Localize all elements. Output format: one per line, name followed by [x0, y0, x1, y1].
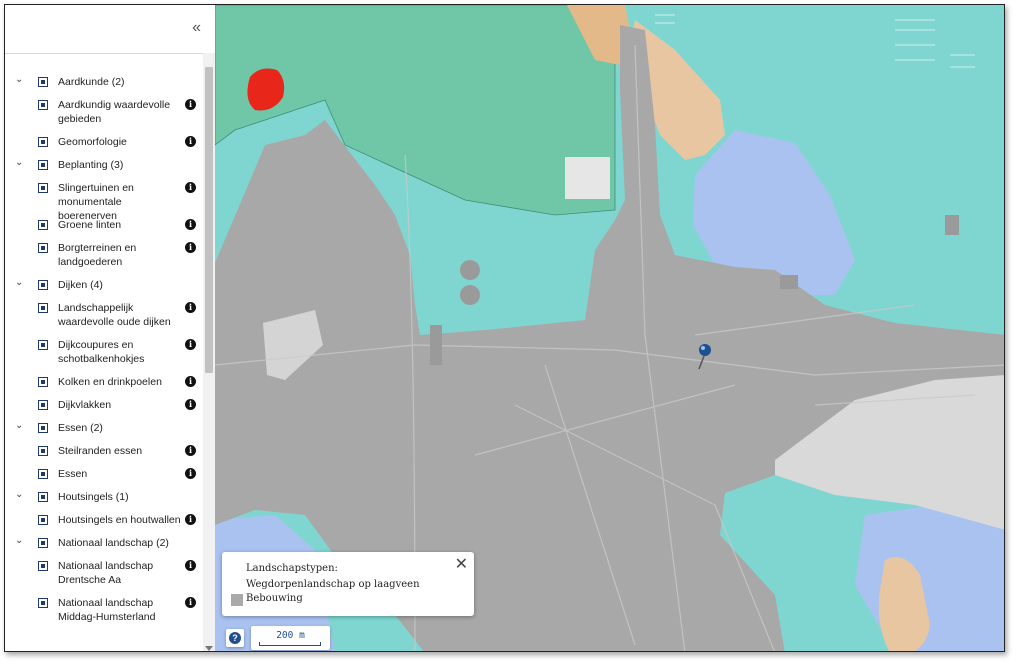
layer-group-label: Aardkunde (2): [58, 76, 125, 88]
layer-item-label-line: Nationaal landschap: [58, 560, 154, 572]
layer-item-label-line: gebieden: [58, 113, 102, 125]
layer-group-label: Dijken (4): [58, 279, 103, 291]
help-icon: ?: [229, 632, 241, 644]
layer-sidebar: « ⌄ Aardkunde (2) Aardkundig waardevolle ge…: [5, 5, 215, 651]
collapse-sidebar-button[interactable]: «: [192, 20, 201, 36]
info-icon[interactable]: i: [185, 560, 196, 571]
info-icon[interactable]: i: [185, 399, 196, 410]
layer-checkbox[interactable]: [38, 469, 48, 479]
layer-checkbox[interactable]: [38, 183, 48, 193]
layer-checkbox[interactable]: [38, 243, 48, 253]
legend-swatch: [231, 594, 243, 606]
close-icon[interactable]: ✕: [455, 556, 468, 572]
layer-list: ⌄ Aardkunde (2) Aardkundig waardevolle gebi…: [5, 65, 203, 651]
layer-item-label-line: schotbalkenhokjes: [58, 353, 145, 365]
layer-item-label: Houtsingels en houtwallen: [58, 513, 183, 527]
layer-group-label: Beplanting (3): [58, 159, 124, 171]
chevron-down-icon[interactable]: ⌄: [15, 156, 25, 168]
layer-item-label-line: Borgterreinen en: [58, 242, 137, 254]
map-view[interactable]: Landschapstypen: Wegdorpenlandschap op l…: [215, 5, 1004, 651]
layer-item-label-line: landgoederen: [58, 256, 123, 268]
layer-item-label: Essen: [58, 467, 183, 481]
app-window: « ⌄ Aardkunde (2) Aardkundig waardevolle ge…: [4, 4, 1005, 652]
layer-group-checkbox[interactable]: [38, 77, 48, 87]
info-icon[interactable]: i: [185, 445, 196, 456]
layer-checkbox[interactable]: [38, 303, 48, 313]
layer-item-label-line: Dijkcoupures en: [58, 339, 134, 351]
layer-item-label: Dijkvlakken: [58, 398, 183, 412]
info-icon[interactable]: i: [185, 136, 196, 147]
info-icon[interactable]: i: [185, 597, 196, 608]
layer-item-label: Nationaal landschap Middag-Humsterland: [58, 596, 183, 624]
chevron-down-icon[interactable]: ⌄: [15, 419, 25, 431]
layer-item-label-line: Landschappelijk: [58, 302, 134, 314]
info-icon[interactable]: i: [185, 468, 196, 479]
help-button[interactable]: ?: [226, 629, 244, 647]
layer-group-checkbox[interactable]: [38, 492, 48, 502]
layer-item-label-line: Slingertuinen en: [58, 182, 134, 194]
layer-checkbox[interactable]: [38, 100, 48, 110]
layer-checkbox[interactable]: [38, 561, 48, 571]
layer-item-label-line: Houtsingels en houtwallen: [58, 514, 181, 526]
sidebar-scrollbar[interactable]: [203, 53, 215, 651]
chevron-down-icon[interactable]: ⌄: [15, 534, 25, 546]
info-icon[interactable]: i: [185, 182, 196, 193]
layer-checkbox[interactable]: [38, 340, 48, 350]
layer-checkbox[interactable]: [38, 137, 48, 147]
layer-item-label: Landschappelijk waardevolle oude dijken: [58, 301, 183, 329]
layer-group-checkbox[interactable]: [38, 280, 48, 290]
info-icon[interactable]: i: [185, 242, 196, 253]
layer-group-label: Houtsingels (1): [58, 491, 129, 503]
layer-item-label: Geomorfologie: [58, 135, 183, 149]
popup-title: Landschapstypen: Wegdorpenlandschap op l…: [246, 563, 420, 590]
feature-info-popup: Landschapstypen: Wegdorpenlandschap op l…: [222, 552, 474, 616]
layer-item-label: Dijkcoupures en schotbalkenhokjes: [58, 338, 183, 366]
layer-checkbox[interactable]: [38, 515, 48, 525]
layer-group-label: Nationaal landschap (2): [58, 537, 169, 549]
layer-item-label: Groene linten: [58, 218, 183, 232]
scroll-down-arrow-icon[interactable]: [205, 646, 213, 651]
layer-item-label-line: Geomorfologie: [58, 136, 127, 148]
layer-item-label-line: waardevolle oude dijken: [58, 316, 171, 328]
layer-group-label: Essen (2): [58, 422, 103, 434]
info-icon[interactable]: i: [185, 99, 196, 110]
layer-item-label-line: Middag-Humsterland: [58, 611, 156, 623]
layer-item-label: Nationaal landschap Drentsche Aa: [58, 559, 183, 587]
info-icon[interactable]: i: [185, 376, 196, 387]
chevron-down-icon[interactable]: ⌄: [15, 276, 25, 288]
layer-checkbox[interactable]: [38, 400, 48, 410]
scale-line: [259, 642, 321, 646]
layer-item-label-line: Nationaal landschap: [58, 597, 154, 609]
chevron-down-icon[interactable]: ⌄: [15, 488, 25, 500]
layer-item-label: Slingertuinen en monumentale boerenerven: [58, 181, 183, 223]
info-icon[interactable]: i: [185, 514, 196, 525]
layer-item-label-line: Drentsche Aa: [58, 574, 122, 586]
layer-group-checkbox[interactable]: [38, 538, 48, 548]
layer-item-label: Aardkundig waardevolle gebieden: [58, 98, 183, 126]
layer-item-label-line: Groene linten: [58, 219, 122, 231]
layer-item-label: Borgterreinen en landgoederen: [58, 241, 183, 269]
scale-bar: 200 m: [251, 626, 330, 650]
layer-checkbox[interactable]: [38, 446, 48, 456]
layer-group-checkbox[interactable]: [38, 160, 48, 170]
layer-checkbox[interactable]: [38, 377, 48, 387]
layer-checkbox[interactable]: [38, 220, 48, 230]
sidebar-header: «: [5, 5, 215, 54]
layer-item-label: Kolken en drinkpoelen: [58, 375, 183, 389]
scale-label: 200 m: [276, 630, 305, 641]
legend-item-label: Bebouwing: [246, 593, 303, 604]
layer-group-checkbox[interactable]: [38, 423, 48, 433]
layer-item-label-line: Kolken en drinkpoelen: [58, 376, 162, 388]
info-icon[interactable]: i: [185, 302, 196, 313]
layer-item-label-line: Aardkundig waardevolle: [58, 99, 171, 111]
layer-item-label-line: Essen: [58, 468, 88, 480]
scrollbar-thumb[interactable]: [205, 67, 213, 373]
info-icon[interactable]: i: [185, 339, 196, 350]
layer-item-label: Steilranden essen: [58, 444, 183, 458]
layer-item-label-line: Steilranden essen: [58, 445, 143, 457]
layer-item-label-line: Dijkvlakken: [58, 399, 112, 411]
layer-checkbox[interactable]: [38, 598, 48, 608]
info-icon[interactable]: i: [185, 219, 196, 230]
chevron-down-icon[interactable]: ⌄: [15, 73, 25, 85]
